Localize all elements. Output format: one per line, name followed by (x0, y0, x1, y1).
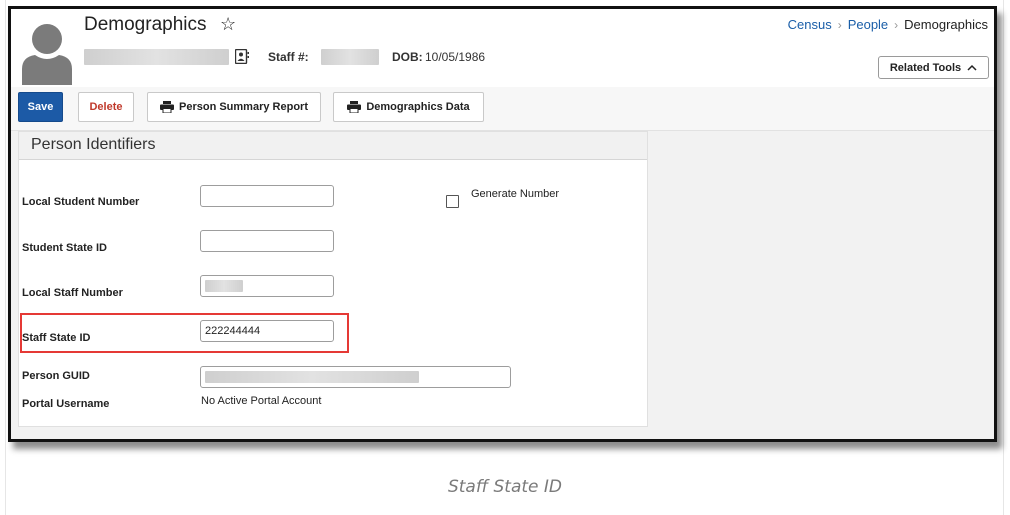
page-title: Demographics (84, 14, 207, 35)
panel-header: Person Identifiers (19, 132, 647, 160)
person-guid-input[interactable] (200, 366, 511, 388)
app-window: Demographics ☆ Staff #: DOB: 10/05/1986 … (8, 6, 997, 442)
demographics-data-label: Demographics Data (366, 101, 470, 113)
local-student-number-label: Local Student Number (22, 196, 140, 208)
local-staff-number-label: Local Staff Number (22, 287, 123, 299)
breadcrumb: Census › People › Demographics (788, 17, 988, 32)
person-guid-redacted (205, 371, 419, 383)
person-guid-label: Person GUID (22, 370, 90, 382)
person-summary-report-label: Person Summary Report (179, 101, 308, 113)
staff-number-label: Staff #: (268, 50, 309, 64)
contact-card-icon[interactable] (235, 49, 249, 64)
portal-username-label: Portal Username (22, 398, 110, 410)
person-summary-report-button[interactable]: Person Summary Report (147, 92, 321, 122)
local-staff-number-redacted (205, 280, 243, 292)
student-state-id-input[interactable] (200, 230, 334, 252)
printer-icon (347, 101, 362, 113)
delete-button[interactable]: Delete (78, 92, 134, 122)
generate-number-checkbox[interactable] (446, 195, 459, 208)
panel-title: Person Identifiers (31, 136, 156, 153)
left-border-line (5, 0, 6, 515)
local-student-number-input[interactable] (200, 185, 334, 207)
related-tools-button[interactable]: Related Tools (878, 56, 989, 79)
chevron-up-icon (967, 64, 977, 71)
portal-username-value: No Active Portal Account (201, 395, 322, 407)
student-state-id-label: Student State ID (22, 242, 107, 254)
local-staff-number-input[interactable] (200, 275, 334, 297)
breadcrumb-people[interactable]: People (848, 17, 888, 32)
image-caption: Staff State ID (447, 477, 563, 497)
highlight-box (20, 313, 349, 353)
dob-value: 10/05/1986 (425, 50, 486, 64)
generate-number-label: Generate Number (471, 188, 560, 200)
chevron-right-icon: › (837, 17, 842, 32)
avatar (22, 24, 72, 85)
breadcrumb-demographics: Demographics (904, 17, 988, 32)
demographics-data-button[interactable]: Demographics Data (333, 92, 484, 122)
dob-label: DOB: (392, 50, 423, 64)
related-tools-label: Related Tools (889, 61, 962, 74)
action-toolbar: Save Delete Person Summary Report Demogr… (11, 87, 994, 131)
star-icon[interactable]: ☆ (220, 14, 236, 35)
printer-icon (160, 101, 174, 113)
breadcrumb-census[interactable]: Census (788, 17, 832, 32)
chevron-right-icon: › (894, 17, 899, 32)
staff-number-redacted (321, 49, 379, 65)
save-button[interactable]: Save (18, 92, 63, 122)
person-name-redacted (84, 49, 229, 65)
right-border-line (1003, 0, 1004, 515)
